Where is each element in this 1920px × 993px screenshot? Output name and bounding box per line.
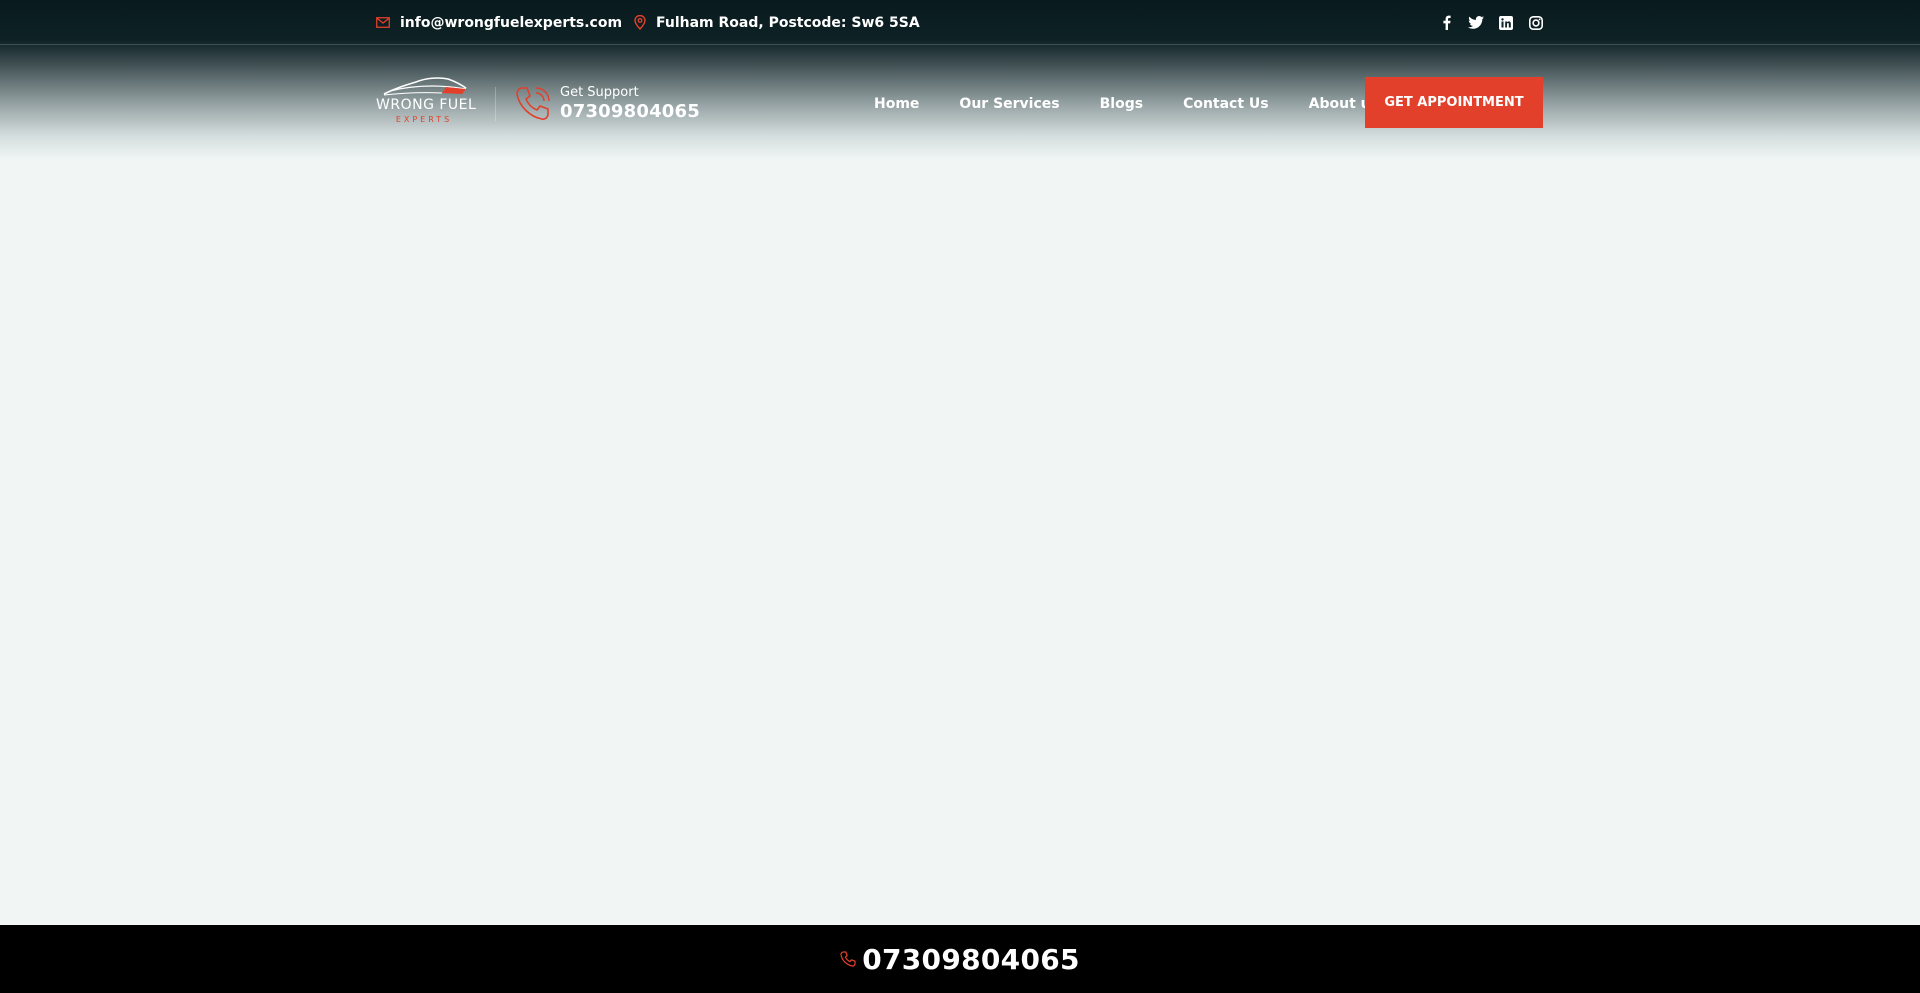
page: info@wrongfuelexperts.com Fulham Road, P… <box>0 0 1920 993</box>
social-links <box>1438 0 1544 45</box>
support-label: Get Support <box>560 85 639 100</box>
phone-icon <box>840 951 856 967</box>
phone-ringing-icon <box>516 87 550 120</box>
nav-item-blogs[interactable]: Blogs <box>1100 96 1143 112</box>
header-divider <box>495 87 496 121</box>
support-contact[interactable]: Get Support 07309804065 <box>514 82 700 126</box>
logo-text-sub: EXPERTS <box>395 115 453 124</box>
support-phone-number[interactable]: 07309804065 <box>560 101 700 123</box>
site-header: info@wrongfuelexperts.com Fulham Road, P… <box>0 0 1920 160</box>
twitter-icon[interactable] <box>1468 15 1484 31</box>
facebook-icon[interactable] <box>1438 15 1454 31</box>
logo-text-main: WRONG FUEL <box>376 97 477 113</box>
get-appointment-button[interactable]: GET APPOINTMENT <box>1365 77 1543 128</box>
address-text: Fulham Road, Postcode: Sw6 5SA <box>656 14 920 31</box>
main-navbar: WRONG FUEL EXPERTS Get Support 073098040… <box>0 45 1920 155</box>
car-logo-icon <box>383 77 467 96</box>
instagram-icon[interactable] <box>1528 15 1544 31</box>
site-logo[interactable]: WRONG FUEL EXPERTS <box>376 75 477 127</box>
map-pin-icon <box>634 15 646 30</box>
nav-item-our-services[interactable]: Our Services <box>959 96 1059 112</box>
call-now-bar[interactable]: 07309804065 <box>0 925 1920 993</box>
linkedin-icon[interactable] <box>1498 15 1514 31</box>
top-bar: info@wrongfuelexperts.com Fulham Road, P… <box>0 0 1920 45</box>
callbar-phone-number[interactable]: 07309804065 <box>862 943 1080 976</box>
primary-nav: Home Our Services Blogs Contact Us About… <box>874 87 1419 121</box>
nav-item-home[interactable]: Home <box>874 96 919 112</box>
support-text: Get Support 07309804065 <box>560 85 700 123</box>
topbar-address: Fulham Road, Postcode: Sw6 5SA <box>634 0 920 45</box>
nav-item-contact-us[interactable]: Contact Us <box>1183 96 1269 112</box>
mail-icon <box>376 17 390 28</box>
topbar-email[interactable]: info@wrongfuelexperts.com <box>376 0 622 45</box>
email-text[interactable]: info@wrongfuelexperts.com <box>400 15 622 31</box>
